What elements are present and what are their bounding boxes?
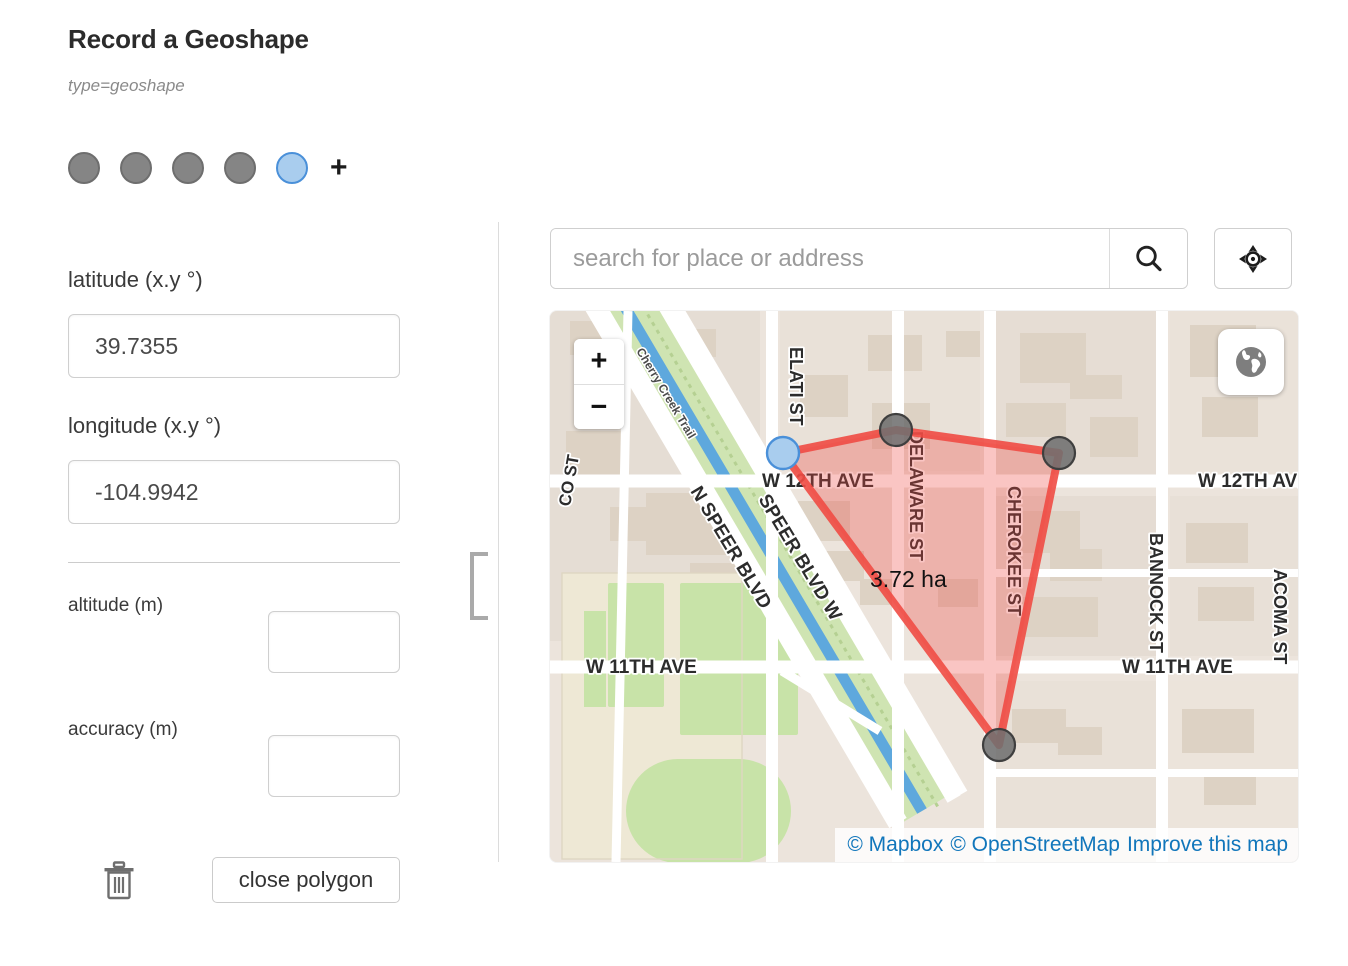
search-submit-button[interactable]: [1109, 229, 1187, 288]
latitude-label: latitude (x.y °): [68, 267, 203, 293]
accuracy-input[interactable]: [268, 735, 400, 797]
svg-text:W 11TH AVE: W 11TH AVE: [1122, 657, 1233, 678]
vertex-selector: +: [68, 152, 348, 184]
vertex-dot-1[interactable]: [68, 152, 100, 184]
accuracy-label: accuracy (m): [68, 719, 178, 741]
latitude-input[interactable]: [68, 314, 400, 378]
longitude-input[interactable]: [68, 460, 400, 524]
vertex-dot-2[interactable]: [120, 152, 152, 184]
delete-vertex-button[interactable]: [100, 860, 138, 900]
map-panel: Cherry Creek Trail CO ST N SPEER BLVD SP…: [498, 0, 1348, 966]
svg-text:ELATI ST: ELATI ST: [786, 347, 806, 426]
svg-text:W 11TH AVE: W 11TH AVE: [586, 657, 697, 678]
attribution-improve-map[interactable]: Improve this map: [1127, 833, 1288, 857]
vertex-dot-5-selected[interactable]: [276, 152, 308, 184]
form-divider: [68, 562, 400, 563]
close-polygon-button[interactable]: close polygon: [212, 857, 400, 903]
globe-icon: [1231, 342, 1271, 382]
search-bar: [550, 228, 1188, 289]
svg-text:ACOMA ST: ACOMA ST: [1270, 569, 1290, 664]
altitude-input[interactable]: [268, 611, 400, 673]
map-attribution: © Mapbox © OpenStreetMap Improve this ma…: [835, 828, 1298, 862]
svg-text:W 12TH AVE: W 12TH AVE: [1198, 471, 1298, 492]
altitude-label: altitude (m): [68, 595, 163, 617]
page-subtitle: type=geoshape: [68, 76, 185, 96]
form-panel: Record a Geoshape type=geoshape + latitu…: [0, 0, 495, 966]
add-vertex-button[interactable]: +: [330, 153, 348, 183]
attribution-openstreetmap[interactable]: © OpenStreetMap: [950, 833, 1120, 857]
zoom-out-button[interactable]: −: [574, 384, 624, 429]
vertex-dot-4[interactable]: [224, 152, 256, 184]
svg-text:BANNOCK ST: BANNOCK ST: [1146, 533, 1166, 653]
zoom-in-button[interactable]: +: [574, 339, 624, 384]
map-layer-toggle-button[interactable]: [1218, 329, 1284, 395]
search-input[interactable]: [551, 229, 1109, 288]
longitude-label: longitude (x.y °): [68, 413, 221, 439]
map-canvas[interactable]: Cherry Creek Trail CO ST N SPEER BLVD SP…: [550, 311, 1298, 862]
vertex-dot-3[interactable]: [172, 152, 204, 184]
panel-resize-handle[interactable]: [470, 552, 488, 620]
locate-me-button[interactable]: [1214, 228, 1292, 289]
page-title: Record a Geoshape: [68, 24, 309, 55]
map-tiles: Cherry Creek Trail CO ST N SPEER BLVD SP…: [550, 311, 1298, 862]
attribution-mapbox[interactable]: © Mapbox: [847, 833, 943, 857]
crosshair-locate-icon: [1236, 242, 1270, 276]
search-icon: [1132, 242, 1166, 276]
geoshape-widget: Record a Geoshape type=geoshape + latitu…: [0, 0, 1348, 966]
trash-icon: [100, 860, 138, 900]
map-zoom-controls: + −: [574, 339, 624, 429]
